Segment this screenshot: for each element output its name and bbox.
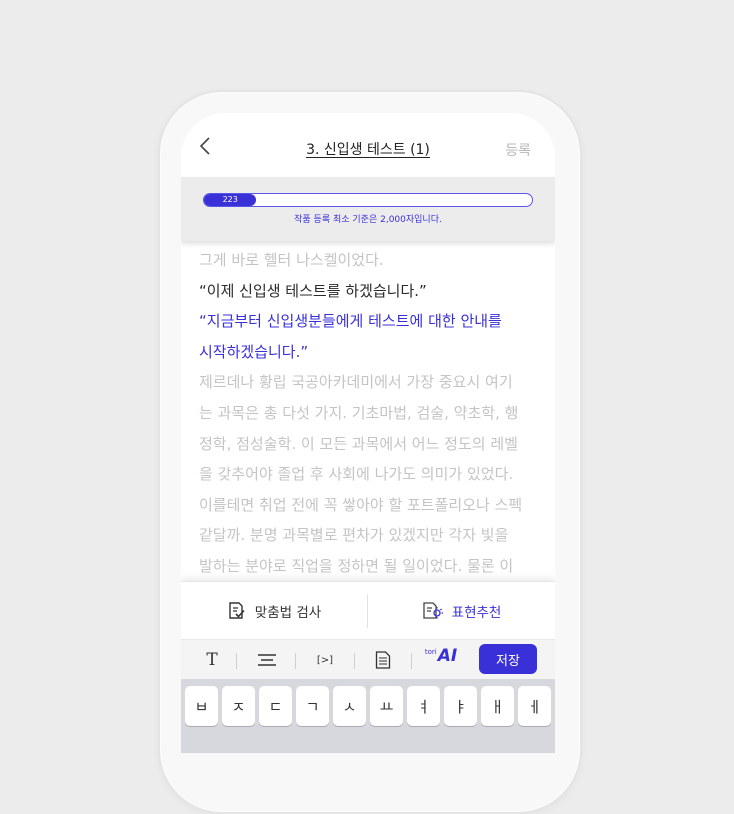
editor-line: 정학, 점성술학. 이 모든 과목에서 어느 정도의 레벨 [199, 434, 518, 453]
expression-recommend-label: 표현추천 [451, 605, 502, 621]
progress-panel: 223 작품 등록 최소 기준은 2,000자입니다. [181, 177, 555, 241]
keyboard-key[interactable]: ㅂ [185, 686, 218, 726]
editor-line: 제르데나 황립 국공아카데미에서 가장 중요시 여기 [199, 373, 513, 392]
editor-line: 는 과목은 총 다섯 가지. 기초마법, 검술, 약초학, 행 [199, 403, 519, 422]
editor-line: 을 갖추어야 졸업 후 사회에 나가도 의미가 있었다. [199, 465, 514, 484]
character-count-progress: 223 [203, 193, 533, 207]
expression-recommend-button[interactable]: 표현추천 [368, 582, 555, 640]
editor-text-area[interactable]: 그게 바로 헬터 나스켈이었다. “이제 신입생 테스트를 하겠습니다.” “지금부… [199, 245, 539, 582]
keyboard-key[interactable]: ㅕ [407, 686, 440, 726]
tori-logo-small: tori [424, 648, 437, 656]
expression-recommend-icon [423, 602, 443, 619]
save-button[interactable]: 저장 [479, 644, 537, 674]
spellcheck-label: 맞춤법 검사 [254, 605, 322, 621]
top-bar: 3. 신입생 테스트 (1) 등록 [181, 113, 555, 177]
editor-line: “지금부터 신입생분들에게 테스트에 대한 안내를 [199, 312, 502, 331]
register-button[interactable]: 등록 [505, 140, 531, 160]
keyboard-key[interactable]: ㅐ [481, 686, 514, 726]
document-button[interactable] [371, 646, 395, 674]
toolbar-separator [411, 653, 412, 669]
keyboard-key[interactable]: ㄱ [296, 686, 329, 726]
keyboard-key[interactable]: ㅛ [370, 686, 403, 726]
text-style-button[interactable]: T [201, 646, 223, 674]
editor-line: 시작하겠습니다.” [199, 342, 309, 361]
editor-screen: 3. 신입생 테스트 (1) 등록 223 작품 등록 최소 기준은 2,000… [181, 113, 555, 753]
toolbar-separator [236, 653, 237, 669]
spellcheck-icon [229, 602, 245, 619]
episode-title[interactable]: 3. 신입생 테스트 (1) [181, 139, 555, 159]
keyboard-key[interactable]: ㅑ [444, 686, 477, 726]
align-icon [258, 654, 276, 666]
writing-helper-bar: 맞춤법 검사 표현추천 [181, 581, 555, 640]
tori-ai-button[interactable]: tori AI [421, 646, 461, 674]
keyboard-key[interactable]: ㅔ [518, 686, 551, 726]
spellcheck-button[interactable]: 맞춤법 검사 [181, 582, 367, 640]
document-icon [375, 651, 391, 669]
editor-line: 이를테면 취업 전에 꼭 쌓아야 할 포트폴리오나 스펙 [199, 495, 523, 514]
progress-note: 작품 등록 최소 기준은 2,000자입니다. [294, 215, 442, 225]
virtual-keyboard: ㅂㅈㄷㄱㅅㅛㅕㅑㅐㅔ [181, 679, 555, 753]
editor-line: 같달까. 분명 과목별로 편차가 있겠지만 각자 빛을 [199, 526, 509, 545]
editor-line: 그게 바로 헬터 나스켈이었다. [199, 251, 384, 269]
keyboard-key[interactable]: ㅈ [222, 686, 255, 726]
keyboard-key[interactable]: ㄷ [259, 686, 292, 726]
align-button[interactable] [255, 646, 279, 674]
editor-line: “이제 신입생 테스트를 하겠습니다.” [199, 281, 427, 300]
editor-line: 발하는 분야로 직업을 정하면 될 일이었다. 물론 이 [199, 556, 514, 575]
format-toolbar: T [>] tori AI 저장 [181, 639, 555, 680]
tori-logo-ai: AI [437, 646, 458, 666]
insert-bracket-button[interactable]: [>] [311, 646, 339, 674]
progress-fill: 223 [204, 194, 257, 206]
keyboard-key[interactable]: ㅅ [333, 686, 366, 726]
toolbar-separator [354, 653, 355, 669]
toolbar-separator [295, 653, 296, 669]
